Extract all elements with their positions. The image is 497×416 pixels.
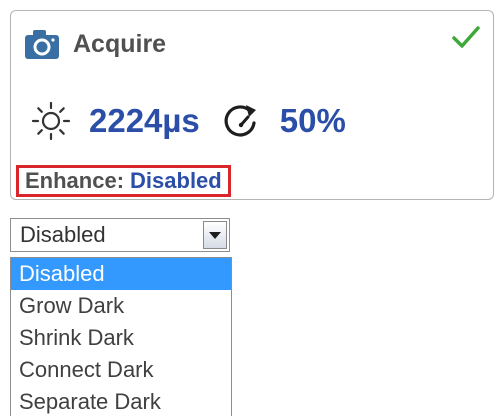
metrics-row: 2224µs 50% (31, 101, 346, 141)
enhance-select[interactable]: Disabled (10, 218, 230, 252)
gain-dial-icon (224, 105, 256, 137)
option-connect-dark[interactable]: Connect Dark (11, 354, 231, 386)
enhance-options-list: Disabled Grow Dark Shrink Dark Connect D… (10, 257, 232, 416)
dropdown-toggle-button[interactable] (203, 221, 227, 249)
enhance-value: Disabled (130, 168, 222, 193)
card-header: Acquire (25, 29, 166, 59)
acquire-card[interactable]: Acquire 2224µs 50% Enhance: Disabled (10, 10, 494, 200)
option-separate-dark[interactable]: Separate Dark (11, 386, 231, 416)
enhance-label: Enhance: (25, 168, 125, 193)
gain-value: 50% (279, 102, 346, 139)
option-shrink-dark[interactable]: Shrink Dark (11, 322, 231, 354)
enhance-select-value: Disabled (20, 222, 106, 247)
acquire-panel: Acquire 2224µs 50% Enhance: Disabled Dis… (0, 0, 497, 416)
exposure-value: 2224µs (89, 102, 200, 139)
card-title: Acquire (73, 29, 167, 58)
chevron-down-icon (209, 231, 221, 239)
option-grow-dark[interactable]: Grow Dark (11, 290, 231, 322)
sun-icon (31, 101, 71, 141)
checkmark-icon (452, 26, 480, 48)
camera-icon (25, 30, 59, 59)
option-disabled[interactable]: Disabled (11, 258, 231, 290)
enhance-status: Enhance: Disabled (16, 165, 231, 197)
